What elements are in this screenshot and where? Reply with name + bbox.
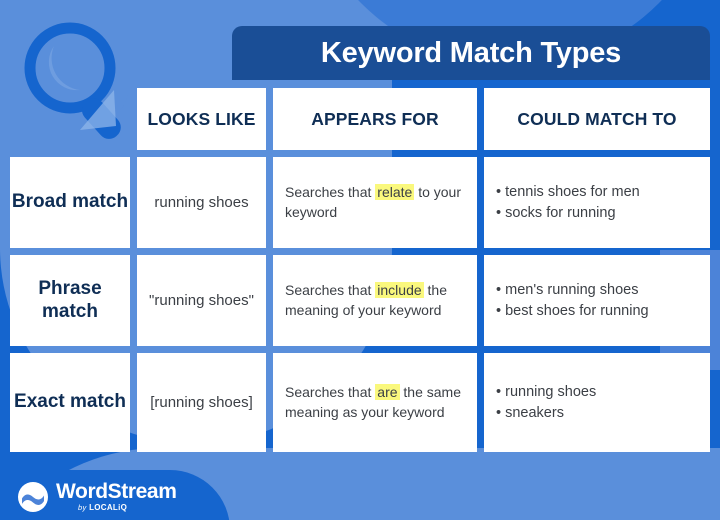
list-item: • running shoes [496,383,597,400]
list-item-label: sneakers [505,404,564,421]
appears-for-cell: Searches that relate to your keyword [273,157,477,248]
appears-for-cell: Searches that include the meaning of you… [273,255,477,346]
table-header-looks-like: LOOKS LIKE [137,88,266,150]
logo-parent-brand: by LOCALiQ [78,504,176,512]
appears-for-highlight: relate [375,184,415,201]
match-types-table: LOOKS LIKE APPEARS FOR COULD MATCH TO Br… [10,88,710,452]
title-banner: Keyword Match Types [232,26,710,80]
appears-for-highlight: are [375,384,400,401]
looks-like-cell: "running shoes" [137,255,266,346]
looks-like-value: [running shoes] [150,393,253,411]
appears-for-highlight: include [375,282,424,299]
list-item: • sneakers [496,404,564,421]
page-title: Keyword Match Types [320,36,622,69]
list-item: • tennis shoes for men [496,183,640,200]
list-item-label: tennis shoes for men [505,183,640,200]
could-match-to-cell: • men's running shoes • best shoes for r… [484,255,710,346]
logo-wordmark: WordStream by LOCALiQ [56,480,177,512]
list-item: • men's running shoes [496,281,639,298]
list-item-label: men's running shoes [505,281,639,298]
header-label: COULD MATCH TO [517,108,677,129]
wordstream-logo: WordStream by LOCALiQ [18,480,177,512]
appears-for-pre: Searches that [285,384,376,401]
match-type-label: Broad match [11,191,129,213]
appears-for-cell: Searches that are the same meaning as yo… [273,353,477,452]
looks-like-value: running shoes [154,193,249,211]
could-match-to-cell: • tennis shoes for men • socks for runni… [484,157,710,248]
logo-name: WordStream [56,480,177,503]
bullet-list: • men's running shoes • best shoes for r… [496,280,649,321]
looks-like-cell: running shoes [137,157,266,248]
table-header-could-match-to: COULD MATCH TO [484,88,710,150]
match-type-label: Exact match [14,391,126,413]
could-match-to-cell: • running shoes • sneakers [484,353,710,452]
appears-for-value: Searches that are the same meaning as yo… [285,383,469,422]
match-type-label: Phrase match [38,278,102,322]
bullet-list: • running shoes • sneakers [496,382,596,423]
bullet-list: • tennis shoes for men • socks for runni… [496,182,640,223]
looks-like-value: "running shoes" [149,291,254,309]
list-item: • socks for running [496,204,616,221]
wave-circle-icon [18,481,48,512]
table-header-appears-for: APPEARS FOR [273,88,477,150]
logo-by-label: by [78,503,87,512]
list-item-label: socks for running [505,204,616,221]
infographic-canvas: Keyword Match Types LOOKS LIKE APPEARS F… [0,0,720,520]
header-label: APPEARS FOR [311,108,439,129]
logo-parent-label: LOCALiQ [89,503,128,512]
table-row: Phrase match [10,255,130,346]
appears-for-pre: Searches that [285,184,376,201]
table-row: Exact match [10,353,130,452]
header-label: LOOKS LIKE [147,108,256,129]
appears-for-pre: Searches that [285,282,376,299]
table-row: Broad match [10,157,130,248]
list-item: • best shoes for running [496,302,649,319]
list-item-label: running shoes [505,383,597,400]
list-item-label: best shoes for running [505,302,649,319]
appears-for-value: Searches that include the meaning of you… [285,281,469,320]
appears-for-value: Searches that relate to your keyword [285,183,469,222]
looks-like-cell: [running shoes] [137,353,266,452]
